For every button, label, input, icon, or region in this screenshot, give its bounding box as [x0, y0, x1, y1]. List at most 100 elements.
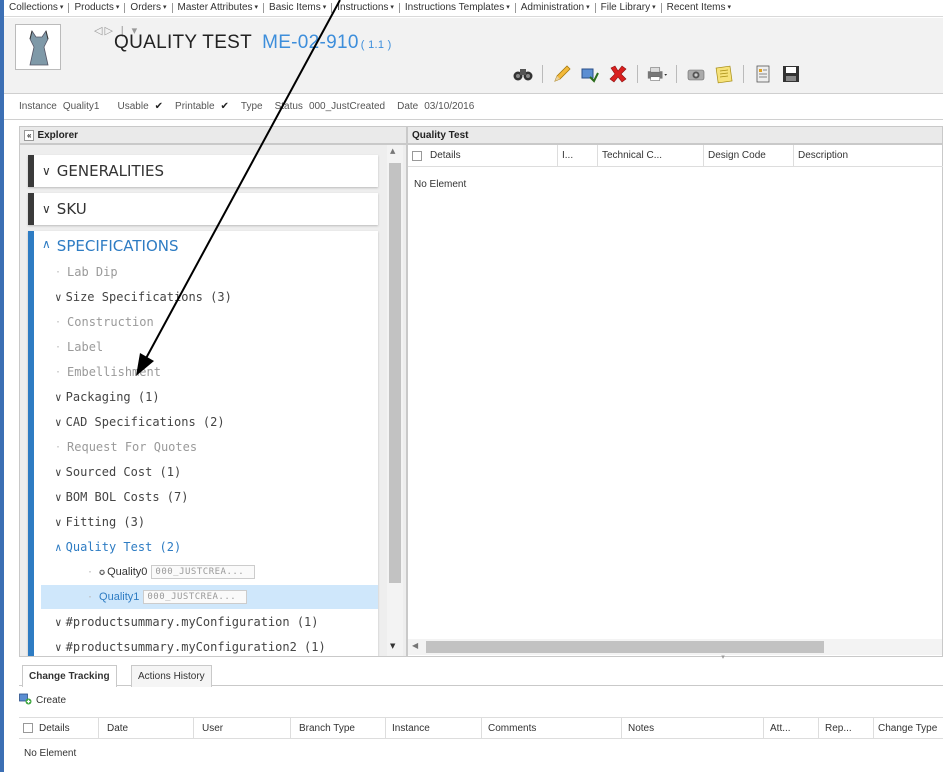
tree-item[interactable]: ∨ BOM BOL Costs (7): [41, 485, 378, 509]
select-all-checkbox[interactable]: [412, 150, 422, 161]
scrollbar-thumb[interactable]: [426, 641, 824, 653]
column-header-date[interactable]: Date: [99, 718, 194, 738]
column-header-technical[interactable]: Technical C...: [598, 145, 704, 167]
menu-products[interactable]: Products ▾: [69, 3, 126, 13]
checkout-icon[interactable]: [579, 63, 601, 85]
menu-label: Orders: [130, 2, 161, 13]
camera-icon[interactable]: [685, 63, 707, 85]
tree-item[interactable]: · Embellishment: [41, 360, 378, 384]
instance-label: Instance: [19, 101, 57, 112]
bullet-icon: ·: [55, 266, 62, 278]
scroll-left-arrow-icon[interactable]: ◀: [412, 641, 418, 650]
tree-item-label: Quality1: [99, 591, 140, 603]
column-header-description[interactable]: Description: [794, 145, 943, 167]
tree-item[interactable]: · Request For Quotes: [41, 435, 378, 459]
menu-recent-items[interactable]: Recent Items ▾: [662, 3, 736, 13]
menu-orders[interactable]: Orders ▾: [125, 2, 173, 13]
tree-item[interactable]: · Construction: [41, 310, 378, 334]
column-header-user[interactable]: User: [194, 718, 291, 738]
menu-administration[interactable]: Administration ▾: [516, 3, 596, 13]
column-label: Date: [107, 722, 129, 734]
tree-item[interactable]: ∨ CAD Specifications (2): [41, 410, 378, 434]
tree-subitem[interactable]: · ✪ Quality0 000_JUSTCREA...: [41, 560, 378, 584]
select-all-checkbox[interactable]: [23, 723, 33, 733]
status-label: Status: [274, 101, 303, 112]
bullet-icon: ·: [87, 591, 94, 603]
tree-item-label: Quality Test (2): [65, 540, 182, 554]
column-header-instance[interactable]: Instance: [386, 718, 482, 738]
main-menu-bar: Collections ▾ Products ▾ Orders ▾ Master At…: [4, 0, 943, 17]
save-icon[interactable]: [780, 63, 802, 85]
menu-label: Instructions Templates: [404, 2, 505, 13]
type-label: Type: [240, 101, 263, 112]
tree-item[interactable]: ∨ #productsummary.myConfiguration (1): [41, 610, 378, 634]
empty-table-message: No Element: [414, 179, 467, 190]
column-header-notes[interactable]: Notes: [622, 718, 764, 738]
tree-item[interactable]: ∨ Fitting (3): [41, 510, 378, 534]
column-header-attachments[interactable]: Att...: [764, 718, 819, 738]
tree-item[interactable]: ∧ Quality Test (2): [41, 535, 378, 559]
caret-down-icon: ▾: [652, 4, 656, 11]
menu-master-attributes[interactable]: Master Attributes ▾: [173, 3, 265, 13]
tab-actions-history[interactable]: Actions History: [131, 665, 212, 687]
tree-item[interactable]: ∨ Size Specifications (3): [41, 285, 378, 309]
column-header-change-type[interactable]: Change Type: [874, 718, 943, 738]
column-header-branch-type[interactable]: Branch Type: [291, 718, 386, 738]
tab-change-tracking[interactable]: Change Tracking: [22, 665, 117, 687]
document-properties-icon[interactable]: [752, 63, 774, 85]
column-label: Comments: [488, 722, 537, 734]
printable-label: Printable: [175, 101, 215, 112]
menu-instructions[interactable]: Instructions ▾: [332, 3, 400, 13]
column-header-comments[interactable]: Comments: [482, 718, 622, 738]
tree-item-label: Construction: [67, 315, 154, 329]
tree-item[interactable]: ∨ Packaging (1): [41, 385, 378, 409]
vertical-scrollbar[interactable]: ▲ ▼: [387, 145, 403, 656]
menu-instructions-templates[interactable]: Instructions Templates ▾: [400, 3, 516, 13]
column-header-rep[interactable]: Rep...: [819, 718, 874, 738]
status-value: 000_JustCreated: [308, 101, 386, 112]
column-header-design-code[interactable]: Design Code: [704, 145, 794, 167]
scroll-up-arrow-icon[interactable]: ▲: [390, 147, 395, 155]
tree-subitem-selected[interactable]: · Quality1 000_JUSTCREA...: [41, 585, 378, 609]
tree-item[interactable]: ∨ Sourced Cost (1): [41, 460, 378, 484]
create-button[interactable]: Create: [19, 693, 66, 708]
scrollbar-thumb[interactable]: [389, 163, 401, 583]
scroll-down-arrow-icon[interactable]: ▼: [390, 642, 395, 650]
column-label: Technical C...: [602, 150, 663, 161]
printer-icon[interactable]: [646, 63, 668, 85]
caret-down-icon: ▾: [727, 4, 732, 11]
chevron-down-icon: ∨: [55, 490, 62, 504]
collapse-icon[interactable]: «: [24, 129, 35, 141]
tree-item[interactable]: ∨ #productsummary.myConfiguration2 (1): [41, 635, 378, 656]
menu-basic-items[interactable]: Basic Items ▾: [264, 2, 333, 13]
tree-item[interactable]: · Lab Dip: [41, 260, 378, 284]
section-sku[interactable]: ∨ SKU: [28, 193, 378, 225]
binoculars-icon[interactable]: [512, 63, 534, 85]
notes-icon[interactable]: [713, 63, 735, 85]
quality-test-panel: Details I... Technical C... Design Code …: [407, 144, 943, 657]
menu-label: Basic Items: [269, 2, 321, 13]
menu-collections[interactable]: Collections ▾: [4, 3, 70, 13]
splitter-handle[interactable]: ▾: [709, 654, 737, 661]
column-header-details[interactable]: Details: [408, 145, 558, 167]
tree-item[interactable]: · Label: [41, 335, 378, 359]
column-header-i[interactable]: I...: [558, 145, 598, 167]
product-thumbnail[interactable]: [15, 24, 61, 70]
caret-down-icon: ▾: [586, 4, 590, 11]
tree-item-label: Fitting (3): [65, 515, 146, 529]
menu-file-library[interactable]: File Library ▾: [596, 3, 662, 13]
chevron-down-icon: ∨: [42, 164, 51, 178]
tree-item-label: Sourced Cost (1): [65, 465, 182, 479]
menu-label: Master Attributes: [177, 2, 253, 13]
delete-icon[interactable]: [607, 63, 629, 85]
menu-label: File Library: [600, 2, 651, 13]
explorer-title: Explorer: [37, 129, 79, 141]
pencil-edit-icon[interactable]: [551, 63, 573, 85]
horizontal-scrollbar[interactable]: ◀: [408, 639, 942, 655]
bullet-icon: ·: [87, 566, 94, 578]
toolbar-divider: [542, 65, 543, 83]
section-generalities[interactable]: ∨ GENERALITIES: [28, 155, 378, 187]
column-label: I...: [562, 150, 574, 161]
caret-down-icon: ▾: [162, 4, 167, 11]
column-header-details[interactable]: Details: [19, 718, 99, 738]
